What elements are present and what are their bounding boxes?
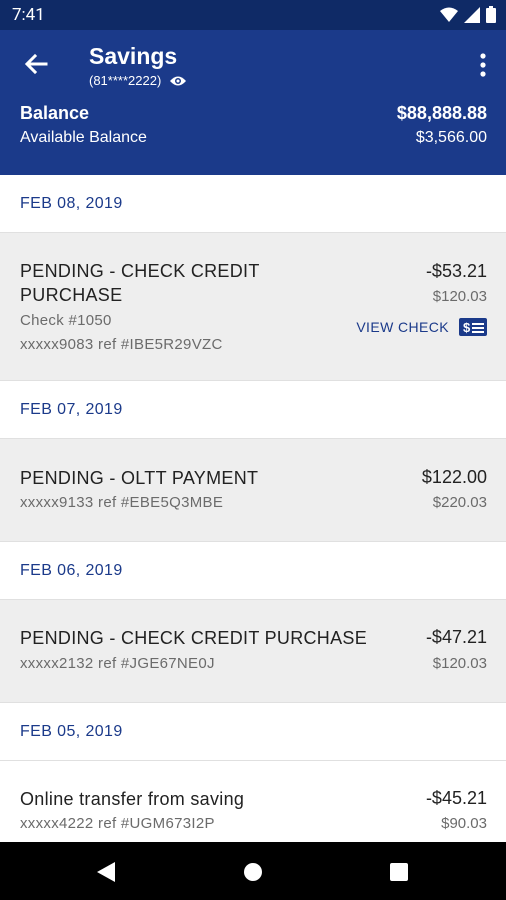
transaction-description: Online transfer from saving [20, 789, 245, 809]
transaction-amount: -$45.21 [425, 788, 487, 808]
nav-home-icon[interactable] [243, 862, 263, 882]
page-title: Savings [89, 43, 178, 69]
status-time: 7:41 [12, 5, 45, 25]
transaction-ref: xxxxx9083 ref #IBE5R29VZC [20, 336, 223, 353]
back-arrow-icon[interactable] [20, 48, 52, 80]
date-header: FEB 06, 2019 [0, 542, 506, 600]
battery-icon [486, 6, 496, 23]
available-balance-label: Available Balance [20, 129, 147, 146]
transaction-ref: xxxxx2132 ref #JGE67NE0J [20, 655, 215, 672]
account-header: Savings (81****2222) Balance $88,888.88 … [0, 30, 506, 175]
transaction-description: PENDING - OLTT PAYMENT [20, 468, 259, 488]
system-nav-bar [0, 842, 506, 900]
nav-recents-icon[interactable] [390, 863, 408, 881]
running-balance: $120.03 [432, 655, 487, 672]
transaction-row[interactable]: PENDING - CHECK CREDIT PURCHASE xxxxx213… [0, 600, 506, 703]
transaction-ref: xxxxx9133 ref #EBE5Q3MBE [20, 494, 224, 511]
transaction-row[interactable]: PENDING - CHECK CREDIT PURCHASE Check #1… [0, 233, 506, 381]
view-check-button[interactable]: VIEW CHECK $ [356, 318, 487, 336]
account-number: (81****2222) [89, 73, 162, 88]
transaction-description: PENDING - CHECK CREDIT PURCHASE [20, 628, 368, 648]
date-header: FEB 07, 2019 [0, 381, 506, 439]
wifi-icon [440, 7, 458, 22]
transaction-description-line1: PENDING - CHECK CREDIT [20, 261, 260, 281]
nav-back-icon[interactable] [96, 861, 116, 883]
date-header: FEB 05, 2019 [0, 703, 506, 761]
transaction-description-line2: PURCHASE [20, 285, 123, 305]
signal-icon [464, 6, 480, 23]
transaction-row[interactable]: PENDING - OLTT PAYMENT xxxxx9133 ref #EB… [0, 439, 506, 542]
transaction-list[interactable]: FEB 08, 2019 PENDING - CHECK CREDIT PURC… [0, 175, 506, 871]
eye-icon[interactable] [169, 75, 187, 87]
svg-text:$: $ [463, 320, 471, 335]
running-balance: $120.03 [432, 288, 487, 305]
transaction-ref: xxxxx4222 ref #UGM673I2P [20, 815, 215, 832]
balance-label: Balance [20, 103, 90, 123]
balance-value: $88,888.88 [396, 103, 487, 123]
transaction-amount: -$47.21 [425, 627, 487, 647]
transaction-description: PENDING - CHECK CREDIT PURCHASE [20, 259, 260, 307]
date-header: FEB 08, 2019 [0, 175, 506, 233]
running-balance: $220.03 [432, 494, 487, 511]
running-balance: $90.03 [441, 815, 487, 832]
account-number-row: (81****2222) [89, 73, 187, 88]
status-bar: 7:41 [0, 0, 506, 30]
transaction-amount: -$53.21 [425, 261, 487, 281]
available-balance-value: $3,566.00 [415, 129, 487, 146]
more-vert-icon[interactable] [478, 52, 488, 78]
check-number: Check #1050 [20, 312, 112, 329]
status-icons [440, 6, 496, 23]
transaction-amount: $122.00 [421, 467, 487, 487]
view-check-label: VIEW CHECK [356, 319, 449, 335]
check-icon: $ [459, 318, 487, 336]
